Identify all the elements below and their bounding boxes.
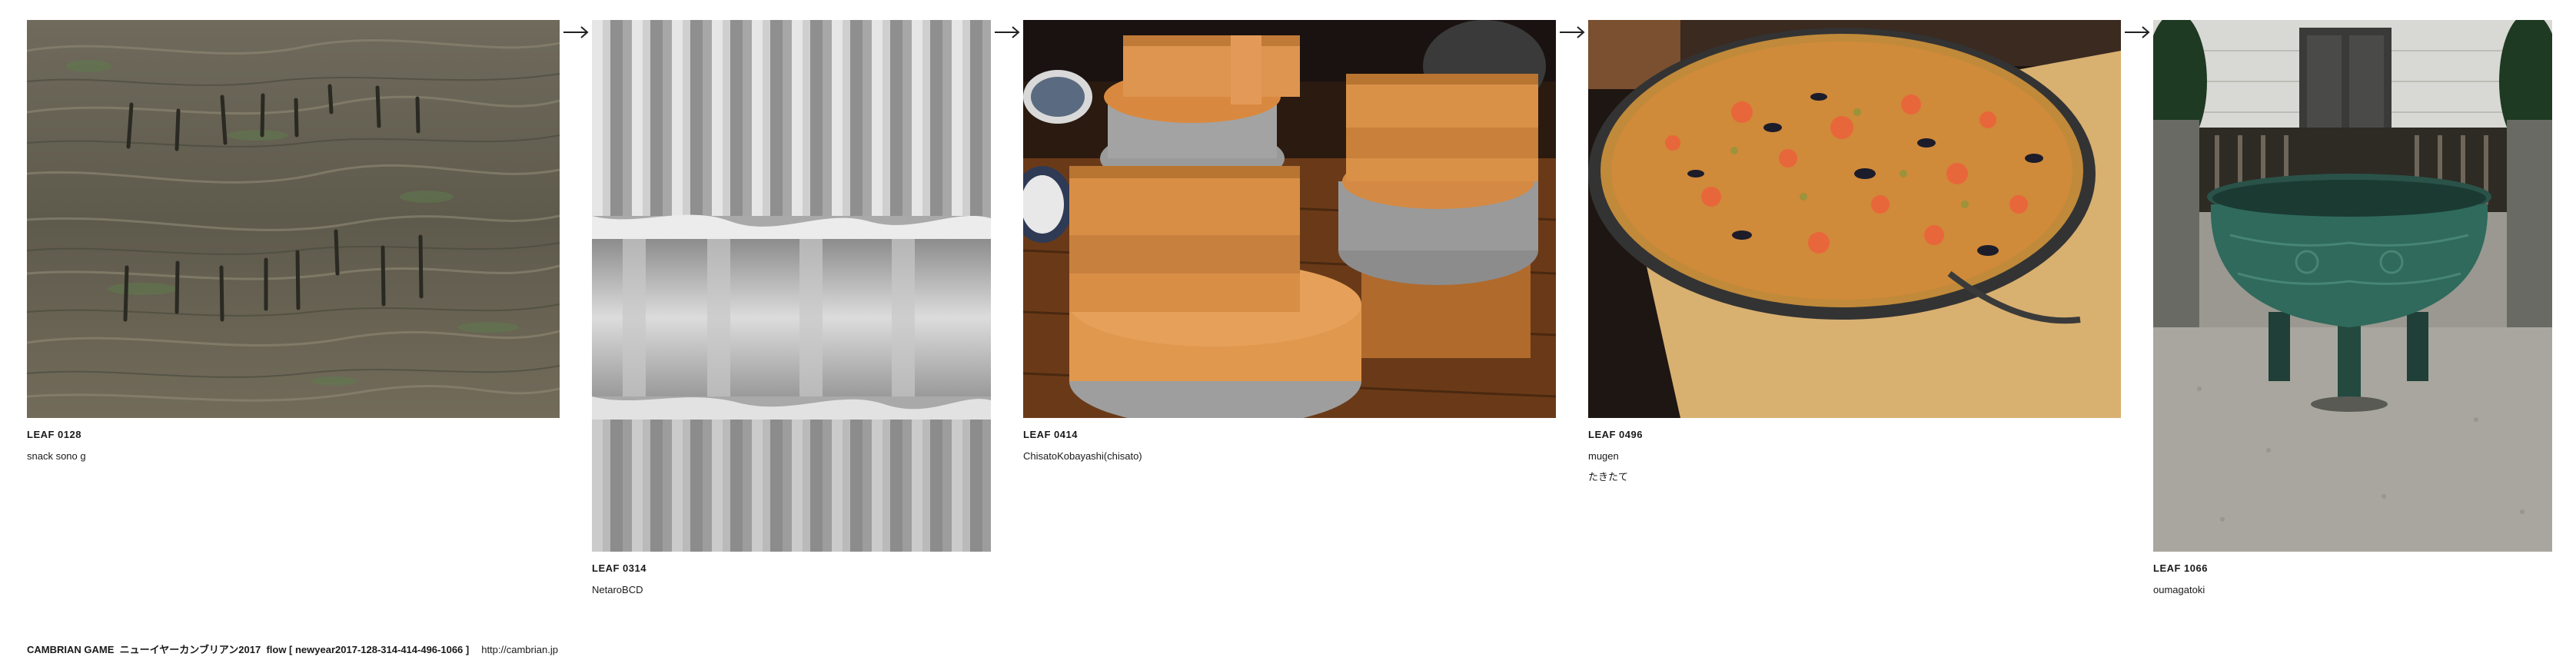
leaf-image-corrugated-metal[interactable]	[592, 20, 991, 552]
leaf-image-cauldron[interactable]	[2153, 20, 2552, 552]
leaf-number[interactable]: LEAF 0414	[1023, 429, 1556, 441]
leaf-author[interactable]: ChisatoKobayashi(chisato)	[1023, 450, 1556, 463]
leaf-number[interactable]: LEAF 1066	[2153, 562, 2552, 575]
leaf-card-1066: LEAF 1066 oumagatoki	[2153, 20, 2552, 596]
leaf-card-0496: LEAF 0496 mugen たきたて	[1588, 20, 2121, 483]
right-arrow-icon	[991, 20, 1023, 45]
bronze-cauldron-photo	[2153, 20, 2552, 552]
leaf-number[interactable]: LEAF 0314	[592, 562, 991, 575]
footer: CAMBRIAN GAME ニューイヤーカンブリアン2017 flow [ ne…	[27, 644, 558, 656]
footer-link[interactable]: http://cambrian.jp	[481, 644, 558, 655]
page: { "leaves": [ {"number": "LEAF 0128", "a…	[0, 0, 2576, 670]
tree-bark-photo	[27, 20, 560, 418]
leaf-number[interactable]: LEAF 0496	[1588, 429, 2121, 441]
paella-photo	[1588, 20, 2121, 418]
right-arrow-icon	[1556, 20, 1588, 45]
wooden-rice-pots-photo	[1023, 20, 1556, 418]
leaf-image-tree-bark[interactable]	[27, 20, 560, 418]
leaf-author[interactable]: snack sono g	[27, 450, 560, 463]
footer-flow-text: CAMBRIAN GAME ニューイヤーカンブリアン2017 flow [ ne…	[27, 644, 470, 655]
leaf-author[interactable]: oumagatoki	[2153, 584, 2552, 596]
right-arrow-icon	[2121, 20, 2153, 45]
leaf-author[interactable]: mugen	[1588, 450, 2121, 463]
leaf-author[interactable]: NetaroBCD	[592, 584, 991, 596]
leaf-flow: LEAF 0128 snack sono g LEAF 0314 NetaroB…	[27, 20, 2576, 596]
right-arrow-icon	[560, 20, 592, 45]
leaf-number[interactable]: LEAF 0128	[27, 429, 560, 441]
leaf-image-paella[interactable]	[1588, 20, 2121, 418]
leaf-image-rice-pots[interactable]	[1023, 20, 1556, 418]
leaf-caption: たきたて	[1588, 471, 1629, 483]
corrugated-metal-photo	[592, 20, 991, 552]
leaf-card-0414: LEAF 0414 ChisatoKobayashi(chisato)	[1023, 20, 1556, 463]
leaf-card-0314: LEAF 0314 NetaroBCD	[592, 20, 991, 596]
leaf-card-0128: LEAF 0128 snack sono g	[27, 20, 560, 463]
